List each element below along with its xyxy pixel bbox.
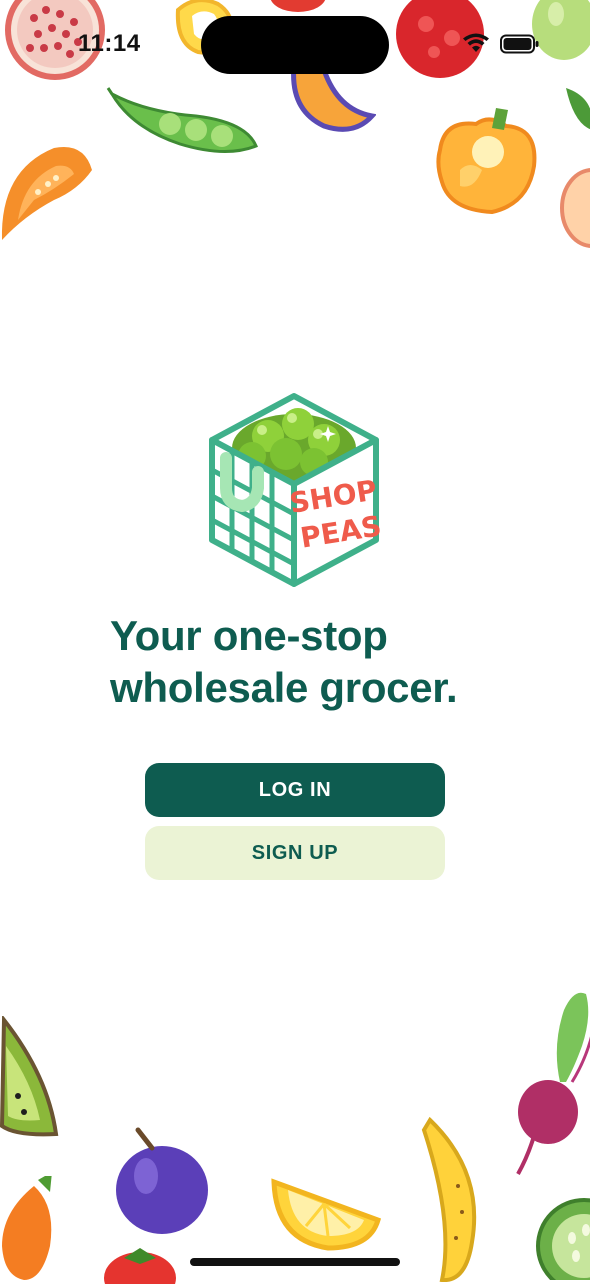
carrot-icon bbox=[2, 1176, 52, 1280]
plum-icon bbox=[116, 1127, 208, 1234]
headline-line-2: wholesale grocer. bbox=[110, 664, 458, 711]
welcome-headline: Your one-stop wholesale grocer. bbox=[110, 610, 530, 714]
peach-icon bbox=[560, 168, 590, 248]
shop-peas-logo: SHOP PEAS bbox=[209, 393, 382, 587]
squash-slice-icon bbox=[1, 146, 92, 240]
banana-icon bbox=[421, 1116, 477, 1282]
pea-pod-icon bbox=[106, 87, 258, 154]
home-indicator[interactable] bbox=[190, 1258, 400, 1266]
headline-line-1: Your one-stop bbox=[110, 612, 388, 659]
signup-button[interactable]: SIGN UP bbox=[145, 826, 445, 880]
wifi-icon bbox=[463, 33, 489, 52]
status-bar: 11:14 bbox=[0, 0, 590, 90]
login-button[interactable]: LOG IN bbox=[145, 763, 445, 817]
dynamic-island bbox=[201, 16, 389, 74]
tomato-small-icon bbox=[104, 1248, 176, 1284]
beet-icon bbox=[516, 992, 590, 1175]
cucumber-icon bbox=[566, 88, 590, 130]
kiwi-slice-icon bbox=[0, 1016, 59, 1137]
orange-pepper-icon bbox=[436, 108, 537, 215]
battery-icon bbox=[500, 34, 539, 54]
lemon-slice-icon bbox=[271, 1178, 382, 1251]
status-time: 11:14 bbox=[78, 30, 141, 57]
cucumber-slice-icon bbox=[536, 1198, 590, 1280]
